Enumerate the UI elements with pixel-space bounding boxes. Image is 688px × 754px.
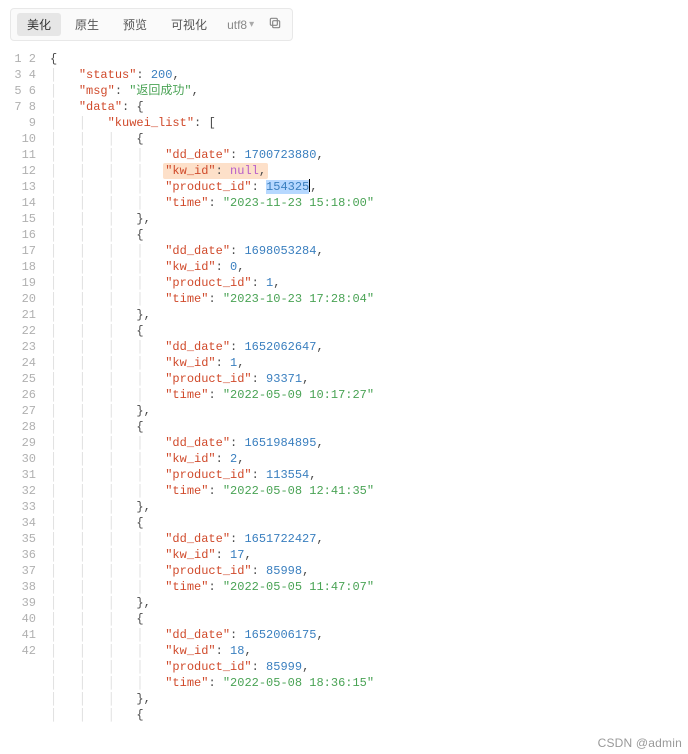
copy-icon[interactable] (264, 16, 286, 33)
code-body[interactable]: { │ "status": 200, │ "msg": "返回成功", │ "d… (50, 51, 678, 723)
tab-beautify[interactable]: 美化 (17, 13, 61, 36)
tab-visual[interactable]: 可视化 (161, 13, 217, 36)
response-tabs: 美化 原生 预览 可视化 utf8 ▾ (10, 8, 293, 41)
code-viewer[interactable]: 1 2 3 4 5 6 7 8 9 10 11 12 13 14 15 16 1… (10, 51, 678, 723)
encoding-select[interactable]: utf8 ▾ (221, 18, 260, 32)
watermark: CSDN @admin (598, 736, 682, 750)
line-gutter: 1 2 3 4 5 6 7 8 9 10 11 12 13 14 15 16 1… (10, 51, 50, 723)
chevron-down-icon: ▾ (249, 19, 254, 30)
encoding-label: utf8 (227, 18, 247, 32)
tab-preview[interactable]: 预览 (113, 13, 157, 36)
tab-raw[interactable]: 原生 (65, 13, 109, 36)
